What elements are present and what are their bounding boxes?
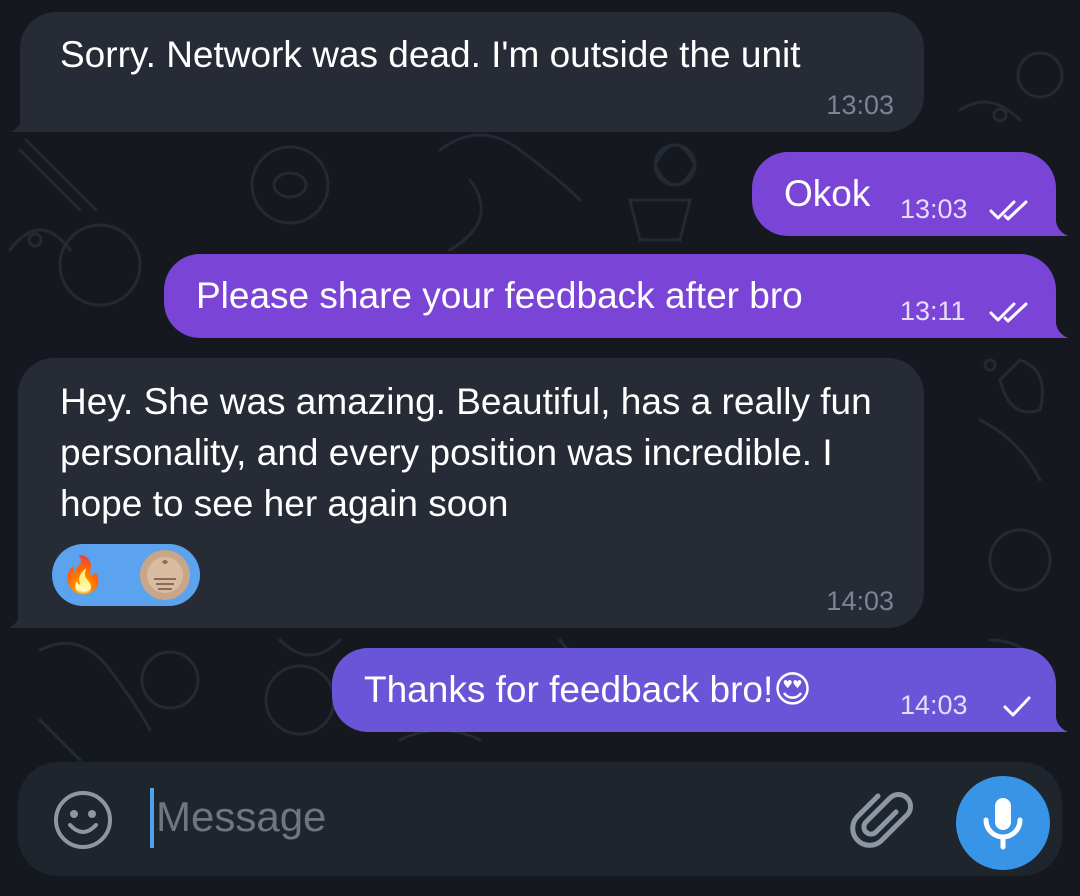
smiley-icon[interactable] [52,789,114,851]
message-time: 13:03 [900,194,968,224]
message-text: Hey. She was amazing. Beautiful, has a r… [60,381,882,524]
text-cursor [150,788,154,848]
double-check-icon [989,200,1028,221]
message-text: Okok [784,173,871,214]
double-check-icon [989,302,1028,323]
bubble-tail [8,606,30,628]
message-bubble-outgoing[interactable]: Please share your feedback after bro 13:… [164,254,1068,338]
reaction-fire[interactable]: 🔥 [58,550,108,600]
user-avatar-icon [140,550,190,600]
microphone-button[interactable] [956,776,1050,870]
message-text: Please share your feedback after bro [196,275,803,316]
message-text: Thanks for feedback bro!😍 [364,669,812,710]
fire-emoji: 🔥 [60,554,106,595]
message-input[interactable] [156,784,816,850]
message-bubble-outgoing[interactable]: Okok 13:03 [752,152,1068,236]
message-time: 14:03 [900,690,968,720]
message-reactions[interactable]: 🔥 [52,544,200,606]
message-composer [18,762,1062,876]
message-bubble-incoming[interactable]: Hey. She was amazing. Beautiful, has a r… [8,358,924,628]
message-bubble-incoming[interactable]: Sorry. Network was dead. I'm outside the… [10,12,924,132]
message-time: 13:03 [826,90,894,120]
microphone-icon [983,798,1023,850]
message-time: 13:11 [900,296,966,326]
message-text: Sorry. Network was dead. I'm outside the… [60,34,801,75]
paperclip-icon[interactable] [848,786,918,856]
chat-screen: Sorry. Network was dead. I'm outside the… [0,0,1080,896]
single-check-icon [1003,696,1031,717]
message-time: 14:03 [826,586,894,616]
bubble-tail [10,110,32,132]
bubble-tail [1044,710,1068,732]
reaction-avatar[interactable] [140,550,190,600]
bubble-tail [1044,316,1068,338]
bubble-tail [1044,214,1068,236]
message-bubble-outgoing[interactable]: Thanks for feedback bro!😍 14:03 [332,648,1068,732]
